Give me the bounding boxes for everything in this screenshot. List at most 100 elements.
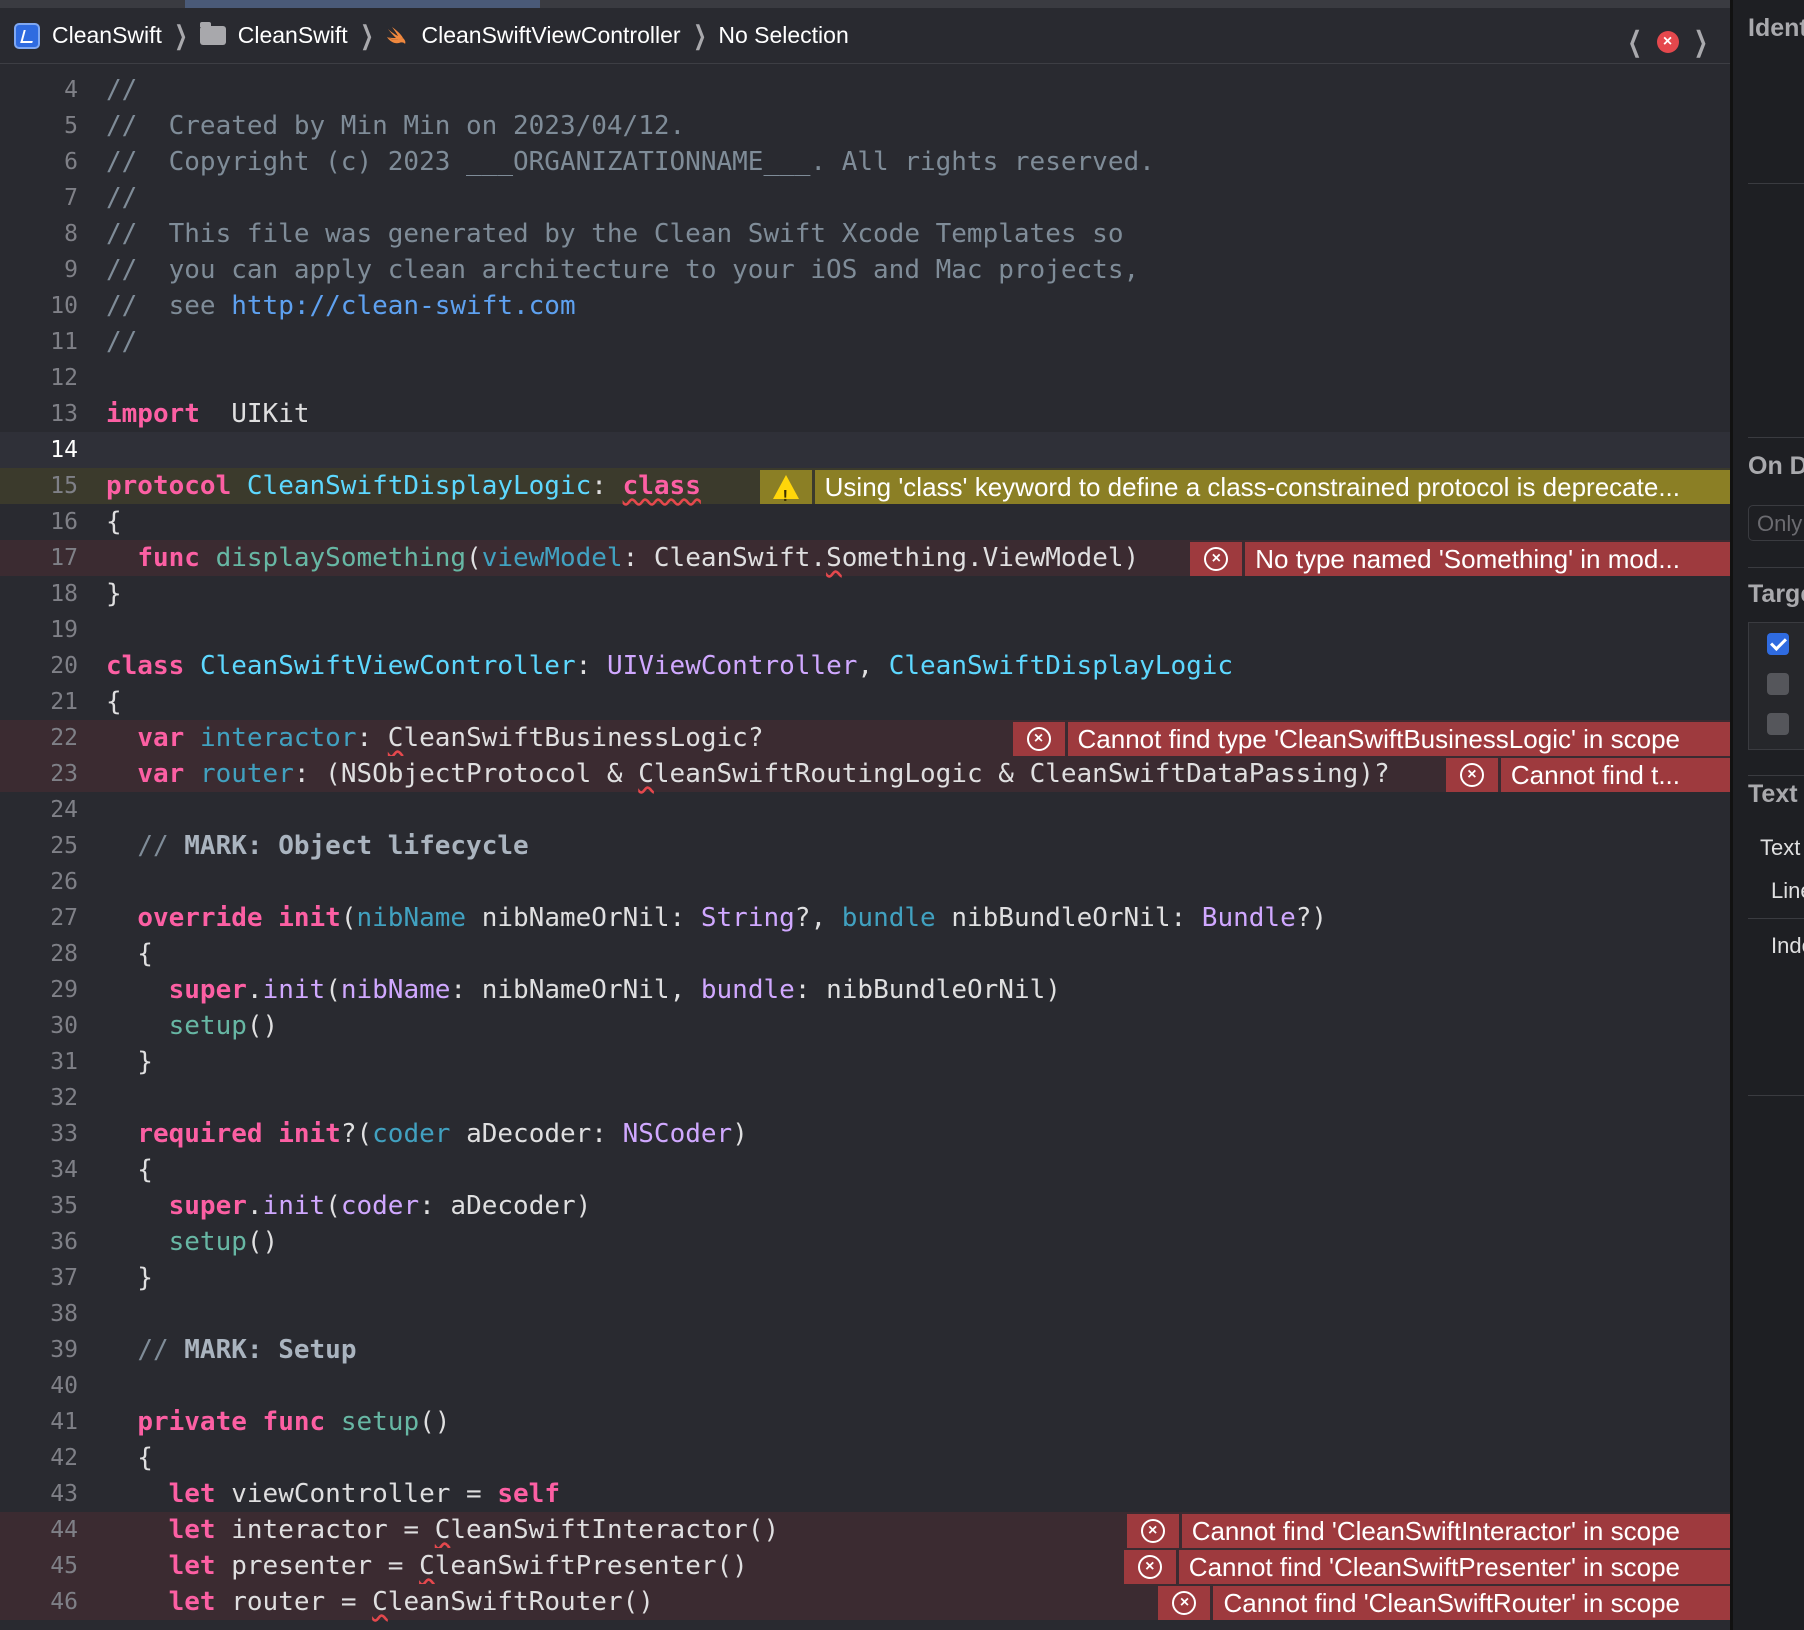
breadcrumb-file[interactable]: CleanSwiftViewController: [385, 22, 681, 49]
code-token: CleanSwiftViewController: [199, 651, 576, 681]
code-line[interactable]: 40: [0, 1368, 1730, 1404]
code-line[interactable]: 41 private func setup(): [0, 1404, 1730, 1440]
code-line[interactable]: 33 required init?(coder aDecoder: NSCode…: [0, 1116, 1730, 1152]
code-line[interactable]: 16 {: [0, 504, 1730, 540]
code-line[interactable]: 42 {: [0, 1440, 1730, 1476]
code-token: // Created by Min Min on 2023/04/12.: [106, 111, 686, 141]
code-line[interactable]: 6 // Copyright (c) 2023 ___ORGANIZATIONNA…: [0, 144, 1730, 180]
code-line[interactable]: 35 super.init(coder: aDecoder): [0, 1188, 1730, 1224]
code-text: // you can apply clean architecture to y…: [106, 252, 1139, 288]
error-annotation[interactable]: × No type named 'Something' in mod...: [1190, 542, 1730, 576]
code-token: UIViewController: [606, 651, 858, 681]
code-line[interactable]: 34 {: [0, 1152, 1730, 1188]
breadcrumb-project[interactable]: CleanSwift: [14, 22, 162, 49]
code-line[interactable]: 7 //: [0, 180, 1730, 216]
target-checkbox[interactable]: [1767, 633, 1789, 655]
code-line[interactable]: 25 // MARK: Object lifecycle: [0, 828, 1730, 864]
code-line[interactable]: 29 super.init(nibName: nibNameOrNil, bun…: [0, 972, 1730, 1008]
code-line[interactable]: 22 var interactor: CleanSwiftBusinessLog…: [0, 720, 1730, 756]
code-line[interactable]: 9 // you can apply clean architecture to …: [0, 252, 1730, 288]
code-line[interactable]: 20 class CleanSwiftViewController: UIView…: [0, 648, 1730, 684]
line-number: 43: [50, 1481, 78, 1507]
code-line[interactable]: 4 //: [0, 72, 1730, 108]
code-line[interactable]: 31 }: [0, 1044, 1730, 1080]
chevron-right-icon: ❯: [692, 20, 706, 50]
code-line[interactable]: 44 let interactor = CleanSwiftInteractor…: [0, 1512, 1730, 1548]
on-demand-tags-field[interactable]: Only: [1748, 505, 1804, 541]
code-token: : nibBundleOrNil): [794, 975, 1061, 1005]
code-line[interactable]: 12: [0, 360, 1730, 396]
code-line[interactable]: 46 let router = CleanSwiftRouter() × Canno…: [0, 1584, 1730, 1620]
line-number: 26: [50, 869, 78, 895]
code-line[interactable]: 38: [0, 1296, 1730, 1332]
line-number: 23: [50, 761, 78, 787]
line-number: 25: [50, 833, 78, 859]
annotation-message: Using 'class' keyword to define a class-…: [814, 470, 1730, 504]
code-line[interactable]: 45 let presenter = CleanSwiftPresenter()…: [0, 1548, 1730, 1584]
error-annotation[interactable]: × Cannot find type 'CleanSwiftBusinessLog…: [1012, 722, 1730, 756]
previous-issue-icon[interactable]: ❮: [1628, 28, 1642, 56]
target-checkbox[interactable]: [1767, 673, 1789, 695]
code-line[interactable]: 13 import UIKit: [0, 396, 1730, 432]
code-token: : (NSObjectProtocol &: [293, 759, 639, 789]
code-line[interactable]: 43 let viewController = self: [0, 1476, 1730, 1512]
code-line[interactable]: 23 var router: (NSObjectProtocol & Clean…: [0, 756, 1730, 792]
code-line[interactable]: 14: [0, 432, 1730, 468]
code-token: bundle: [700, 975, 795, 1005]
line-number: 29: [50, 977, 78, 1003]
code-line[interactable]: 8 // This file was generated by the Clean…: [0, 216, 1730, 252]
code-line[interactable]: 37 }: [0, 1260, 1730, 1296]
code-text: override init(nibName nibNameOrNil: Stri…: [106, 900, 1327, 936]
code-token: leanSwiftInteractor(): [450, 1515, 780, 1545]
code-line[interactable]: 19: [0, 612, 1730, 648]
error-annotation[interactable]: × Cannot find 'CleanSwiftInteractor' in s…: [1126, 1514, 1730, 1548]
error-annotation[interactable]: × Cannot find t...: [1445, 758, 1730, 792]
code-text: // Created by Min Min on 2023/04/12.: [106, 108, 685, 144]
code-line[interactable]: 39 // MARK: Setup: [0, 1332, 1730, 1368]
source-editor[interactable]: CleanSwift ❯ CleanSwift ❯ CleanSwiftView…: [0, 0, 1730, 1630]
code-line[interactable]: 10 // see http://clean-swift.com: [0, 288, 1730, 324]
code-line[interactable]: 5 // Created by Min Min on 2023/04/12.: [0, 108, 1730, 144]
code-line[interactable]: 17 func displaySomething(viewModel: Clea…: [0, 540, 1730, 576]
on-demand-header: On D: [1748, 452, 1804, 480]
breadcrumb-selection[interactable]: No Selection: [718, 22, 848, 49]
code-token: NSCoder: [622, 1119, 733, 1149]
next-issue-icon[interactable]: ❯: [1693, 28, 1707, 56]
code-token: }: [106, 1263, 153, 1293]
code-token: CleanSwiftDisplayLogic: [888, 651, 1234, 681]
code-line[interactable]: 21 {: [0, 684, 1730, 720]
error-icon: ×: [1026, 727, 1051, 751]
error-icon: ×: [1137, 1555, 1162, 1579]
code-line[interactable]: 30 setup(): [0, 1008, 1730, 1044]
code-line[interactable]: 28 {: [0, 936, 1730, 972]
active-tab-indicator[interactable]: [185, 0, 540, 8]
code-line[interactable]: 36 setup(): [0, 1224, 1730, 1260]
code-line[interactable]: 26: [0, 864, 1730, 900]
code-area[interactable]: 4 // 5 // Created by Min Min on 2023/04/12.…: [0, 72, 1730, 1620]
error-indicator-icon[interactable]: ×: [1656, 31, 1679, 53]
code-line[interactable]: 15 protocol CleanSwiftDisplayLogic: class…: [0, 468, 1730, 515]
line-number: 30: [50, 1013, 78, 1039]
code-token: self: [497, 1479, 560, 1509]
error-annotation[interactable]: × Cannot find 'CleanSwiftPresenter' in sc…: [1123, 1550, 1730, 1584]
code-line[interactable]: 27 override init(nibName nibNameOrNil: S…: [0, 900, 1730, 936]
code-token: : nibNameOrNil,: [450, 975, 701, 1005]
code-text: {: [106, 936, 153, 972]
code-line[interactable]: 11 //: [0, 324, 1730, 360]
error-annotation[interactable]: × Cannot find 'CleanSwiftRouter' in scope: [1158, 1586, 1730, 1620]
line-number: 13: [50, 401, 78, 427]
code-line[interactable]: 18}: [0, 576, 1730, 612]
annotation-message: Cannot find type 'CleanSwiftBusinessLogi…: [1067, 722, 1730, 756]
jump-bar[interactable]: CleanSwift ❯ CleanSwift ❯ CleanSwiftView…: [0, 8, 1730, 64]
code-line[interactable]: 32: [0, 1080, 1730, 1116]
target-checkbox[interactable]: [1767, 713, 1789, 735]
warning-annotation[interactable]: Using 'class' keyword to define a class-…: [759, 470, 1730, 515]
code-token: required: [137, 1119, 263, 1149]
breadcrumb-group[interactable]: CleanSwift: [199, 22, 348, 49]
code-token: S: [826, 543, 842, 573]
code-line[interactable]: 24: [0, 792, 1730, 828]
code-text: let viewController = self: [106, 1476, 560, 1512]
